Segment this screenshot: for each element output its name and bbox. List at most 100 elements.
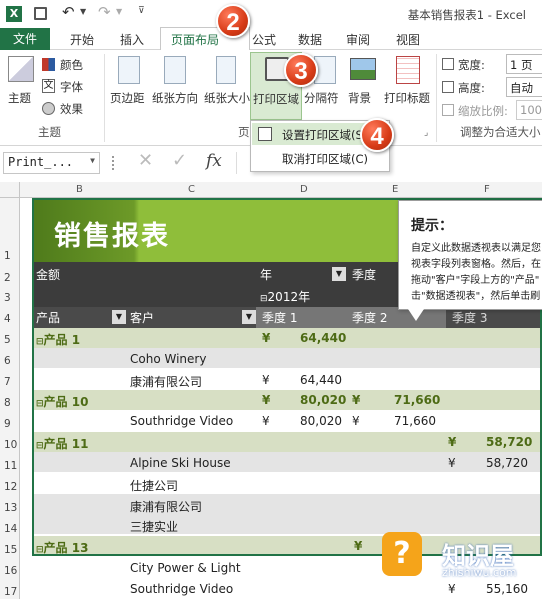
enter-icon[interactable]: ✓ <box>172 150 187 171</box>
row-header[interactable]: 15 <box>4 544 17 556</box>
colors-button[interactable]: 颜色 <box>42 56 98 74</box>
customer-southridge-2[interactable]: Southridge Video <box>130 582 233 596</box>
currency: ¥ <box>262 373 270 387</box>
scale-icon <box>442 104 454 116</box>
row-header[interactable]: 2 <box>4 272 11 284</box>
redo-dropdown-icon[interactable]: ▼ <box>116 7 122 16</box>
row-header[interactable]: 3 <box>4 292 11 304</box>
watermark-url: zhishiwu.com <box>442 566 517 579</box>
fonts-button[interactable]: 文 字体 <box>42 78 98 96</box>
height-select[interactable]: 自动 <box>506 77 542 97</box>
row-header[interactable]: 4 <box>4 313 11 325</box>
row-header[interactable]: 8 <box>4 397 11 409</box>
alpine-value[interactable]: 58,720 <box>486 456 528 470</box>
print-titles-button[interactable]: 打印标题 <box>382 54 432 116</box>
colors-label: 颜色 <box>60 58 83 72</box>
product-10[interactable]: ⊟产品 10 <box>36 393 88 410</box>
row-header[interactable]: 6 <box>4 355 11 367</box>
redo-icon[interactable]: ↷ <box>98 3 111 21</box>
height-label: 高度: <box>458 81 485 95</box>
row-header[interactable]: 16 <box>4 565 17 577</box>
customize-qat-icon[interactable]: ⊽ <box>138 6 145 16</box>
step-badge-4: 4 <box>360 118 394 152</box>
product-11[interactable]: ⊟产品 11 <box>36 435 88 452</box>
customer-citypower[interactable]: City Power & Light <box>130 561 241 575</box>
tab-formulas[interactable]: 公式 <box>252 31 276 48</box>
margins-button[interactable]: 页边距 <box>108 54 148 116</box>
row-headers: 1 2 3 4 5 6 7 8 9 10 11 12 13 14 15 16 1… <box>0 198 20 599</box>
tab-data[interactable]: 数据 <box>298 31 322 48</box>
width-select[interactable]: 1 页 <box>506 54 542 74</box>
customer-southridge[interactable]: Southridge Video <box>130 414 233 428</box>
customer-alpine[interactable]: Alpine Ski House <box>130 456 231 470</box>
height-value: 自动 <box>510 81 533 95</box>
customer-kangpu[interactable]: 康浦有限公司 <box>130 373 202 390</box>
row-header[interactable]: 5 <box>4 334 11 346</box>
column-header-b[interactable]: B <box>76 184 83 195</box>
kangpu-value[interactable]: 64,440 <box>300 373 342 387</box>
print-titles-icon <box>396 56 420 84</box>
tab-home[interactable]: 开始 <box>70 31 94 48</box>
tab-insert[interactable]: 插入 <box>120 31 144 48</box>
tab-review[interactable]: 审阅 <box>346 31 370 48</box>
row-header[interactable]: 17 <box>4 586 17 598</box>
cancel-icon[interactable]: ✕ <box>138 150 153 171</box>
theme-icon <box>8 56 34 82</box>
row-header[interactable]: 14 <box>4 523 17 535</box>
p10-q1[interactable]: 80,020 <box>300 393 346 407</box>
row-header[interactable]: 7 <box>4 376 11 388</box>
column-header-f[interactable]: F <box>484 184 490 195</box>
column-header-d[interactable]: D <box>300 184 308 195</box>
watermark-question-icon: ? <box>382 532 422 576</box>
row-header[interactable]: 11 <box>4 460 17 472</box>
p10-q2[interactable]: 71,660 <box>394 393 440 407</box>
fonts-icon: 文 <box>42 79 55 93</box>
row-header[interactable]: 13 <box>4 502 17 514</box>
tab-file[interactable]: 文件 <box>0 28 50 50</box>
clear-print-area-item[interactable]: 取消打印区域(C) <box>252 147 388 169</box>
size-button[interactable]: 纸张大小 <box>202 54 250 116</box>
window-title: 基本销售报表1 - Excel <box>407 8 526 22</box>
undo-dropdown-icon[interactable]: ▼ <box>80 7 86 16</box>
currency: ¥ <box>354 539 363 553</box>
customer-shijie[interactable]: 仕捷公司 <box>130 477 178 494</box>
product-1[interactable]: ⊟产品 1 <box>36 331 80 348</box>
page-setup-launcher-icon[interactable]: ⌟ <box>424 128 428 138</box>
row-header[interactable]: 10 <box>4 439 17 451</box>
row-header[interactable]: 1 <box>4 250 11 262</box>
tip-line: 击"数据透视表"，然后单击刷 <box>411 291 541 302</box>
scale-label: 缩放比例: <box>458 104 508 118</box>
southridge-q1[interactable]: 80,020 <box>300 414 342 428</box>
save-icon[interactable] <box>34 7 47 20</box>
orientation-button[interactable]: 纸张方向 <box>150 54 200 116</box>
southridge-q2[interactable]: 71,660 <box>394 414 436 428</box>
margins-label: 页边距 <box>110 91 145 105</box>
currency: ¥ <box>448 456 456 470</box>
tab-view[interactable]: 视图 <box>396 31 420 48</box>
clear-print-area-label: 取消打印区域(C) <box>282 152 369 166</box>
name-box[interactable]: Print_... ▼ <box>3 152 100 174</box>
customer-coho[interactable]: Coho Winery <box>130 352 206 366</box>
orientation-icon <box>164 56 186 84</box>
product-13[interactable]: ⊟产品 13 <box>36 539 88 556</box>
scale-input[interactable]: 100% <box>516 100 542 120</box>
effects-button[interactable]: 效果 <box>42 100 98 118</box>
row-header[interactable]: 12 <box>4 481 17 493</box>
column-headers: B C D E F <box>0 182 542 198</box>
p11-value[interactable]: 58,720 <box>486 435 532 449</box>
customer-sanjie[interactable]: 三捷实业 <box>130 518 178 535</box>
set-print-area-icon <box>258 127 272 141</box>
undo-icon[interactable]: ↶ <box>62 3 75 21</box>
insert-function-icon[interactable]: fx <box>206 151 222 171</box>
name-box-dropdown-icon[interactable]: ▼ <box>90 156 95 165</box>
excel-app-icon[interactable]: X <box>6 6 22 22</box>
customer-kangpu-2[interactable]: 康浦有限公司 <box>130 498 202 515</box>
p1-total[interactable]: 64,440 <box>300 331 346 345</box>
themes-button[interactable]: 主题 <box>4 54 38 116</box>
background-button[interactable]: 背景 <box>346 54 380 116</box>
column-header-c[interactable]: C <box>188 184 195 195</box>
row-header[interactable]: 9 <box>4 418 11 430</box>
column-header-e[interactable]: E <box>392 184 398 195</box>
width-label: 宽度: <box>458 58 485 72</box>
select-all-corner[interactable] <box>0 182 20 198</box>
